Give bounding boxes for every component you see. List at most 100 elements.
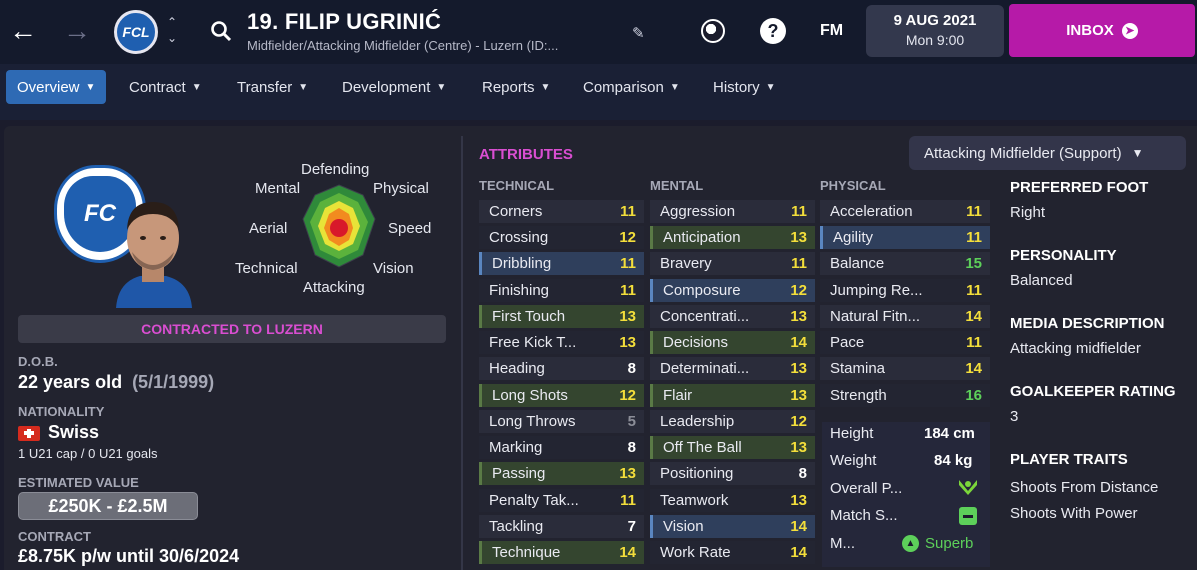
attribute-row[interactable]: Positioning 8	[650, 462, 815, 485]
attribute-name: Decisions	[663, 334, 729, 351]
chevron-up-icon[interactable]: ⌃	[164, 14, 180, 30]
attribute-name: Pace	[830, 334, 865, 351]
attribute-row[interactable]: Anticipation 13	[650, 226, 815, 249]
attributes-title: ATTRIBUTES	[479, 146, 573, 163]
attribute-name: Jumping Re...	[830, 282, 923, 299]
attribute-row[interactable]: First Touch 13	[479, 305, 644, 328]
tab-overview[interactable]: Overview ▼	[6, 70, 107, 104]
attribute-row[interactable]: Agility 11	[820, 226, 990, 249]
attribute-name: Determinati...	[660, 360, 750, 377]
player-trait[interactable]: Shoots From Distance	[1010, 479, 1158, 496]
attribute-value: 13	[790, 360, 807, 377]
attribute-row[interactable]: Off The Ball 13	[650, 436, 815, 459]
attribute-value: 13	[790, 492, 807, 509]
attribute-name: Natural Fitn...	[830, 308, 921, 325]
tab-reports[interactable]: Reports ▼	[471, 70, 561, 104]
tab-contract[interactable]: Contract ▼	[118, 70, 213, 104]
attribute-name: Long Shots	[492, 387, 568, 404]
club-logo[interactable]: FCL	[114, 10, 158, 54]
attribute-row[interactable]: Pace 11	[820, 331, 990, 354]
chevron-down-icon: ▼	[669, 81, 680, 93]
mental-heading: MENTAL	[650, 178, 704, 193]
morale-label: M...	[830, 535, 855, 552]
attribute-row[interactable]: Marking 8	[479, 436, 644, 459]
attribute-name: Concentrati...	[660, 308, 750, 325]
weight-label: Weight	[830, 452, 877, 469]
attribute-row[interactable]: Crossing 12	[479, 226, 644, 249]
attribute-row[interactable]: Leadership 12	[650, 410, 815, 433]
attribute-value: 15	[965, 255, 982, 272]
attribute-name: Positioning	[660, 465, 734, 482]
attribute-row[interactable]: Flair 13	[650, 384, 815, 407]
attribute-row[interactable]: Penalty Tak... 11	[479, 489, 644, 512]
nationality-text: Swiss	[48, 422, 100, 442]
radar-label-mental: Mental	[255, 180, 301, 197]
attribute-row[interactable]: Passing 13	[479, 462, 644, 485]
role-dropdown[interactable]: Attacking Midfielder (Support) ▼	[909, 136, 1186, 170]
attribute-name: Balance	[830, 255, 885, 272]
fm-menu-button[interactable]: FM	[820, 22, 843, 40]
attribute-row[interactable]: Finishing 11	[479, 279, 644, 302]
attribute-row[interactable]: Natural Fitn... 14	[820, 305, 990, 328]
attribute-row[interactable]: Decisions 14	[650, 331, 815, 354]
attribute-row[interactable]: Teamwork 13	[650, 489, 815, 512]
chevron-down-icon[interactable]: ⌄	[164, 30, 180, 46]
attribute-value: 12	[790, 413, 807, 430]
morale-text: Superb	[925, 535, 974, 552]
attribute-row[interactable]: Dribbling 11	[479, 252, 644, 275]
attribute-row[interactable]: Long Shots 12	[479, 384, 644, 407]
date-continue-box[interactable]: 9 AUG 2021 Mon 9:00	[866, 5, 1004, 57]
globe-icon[interactable]	[701, 19, 725, 43]
attribute-row[interactable]: Aggression 11	[650, 200, 815, 223]
chevron-down-icon: ▼	[298, 81, 309, 93]
tab-label: Comparison	[583, 78, 664, 96]
attribute-value: 13	[790, 387, 807, 404]
media-description-value: Attacking midfielder	[1010, 340, 1141, 357]
attribute-row[interactable]: Strength 16	[820, 384, 990, 407]
attribute-row[interactable]: Jumping Re... 11	[820, 279, 990, 302]
tab-history[interactable]: History ▼	[702, 70, 787, 104]
radar-label-aerial: Aerial	[249, 220, 288, 237]
preferred-foot-label: PREFERRED FOOT	[1010, 179, 1149, 196]
attribute-row[interactable]: Vision 14	[650, 515, 815, 538]
search-icon[interactable]	[210, 20, 232, 47]
attribute-row[interactable]: Balance 15	[820, 252, 990, 275]
attribute-row[interactable]: Work Rate 14	[650, 541, 815, 564]
attribute-row[interactable]: Composure 12	[650, 279, 815, 302]
edit-pencil-icon[interactable]: ✎	[632, 24, 645, 42]
attribute-row[interactable]: Corners 11	[479, 200, 644, 223]
attribute-row[interactable]: Technique 14	[479, 541, 644, 564]
club-logo-text: FCL	[122, 24, 150, 40]
tab-label: Reports	[482, 78, 535, 96]
attribute-name: Flair	[663, 387, 693, 404]
tab-label: Contract	[129, 78, 186, 96]
attribute-row[interactable]: Tackling 7	[479, 515, 644, 538]
nationality-value[interactable]: Swiss	[18, 422, 99, 443]
current-date: 9 AUG 2021	[893, 12, 977, 29]
attribute-row[interactable]: Long Throws 5	[479, 410, 644, 433]
forward-arrow-icon[interactable]: →	[62, 15, 92, 46]
attribute-row[interactable]: Bravery 11	[650, 252, 815, 275]
player-trait[interactable]: Shoots With Power	[1010, 505, 1138, 522]
tab-transfer[interactable]: Transfer ▼	[226, 70, 319, 104]
attribute-name: Teamwork	[660, 492, 729, 509]
contract-value: £8.75K p/w until 30/6/2024	[18, 546, 240, 566]
top-bar: ← → FCL ⌃ ⌄ 19. FILIP UGRINIĆ Midfielder…	[0, 0, 1197, 64]
inbox-button[interactable]: INBOX ➤	[1009, 4, 1195, 57]
attribute-row[interactable]: Stamina 14	[820, 357, 990, 380]
attribute-row[interactable]: Free Kick T... 13	[479, 331, 644, 354]
attribute-row[interactable]: Concentrati... 13	[650, 305, 815, 328]
tab-development[interactable]: Development ▼	[331, 70, 457, 104]
performance-chevron-icon	[959, 480, 977, 495]
back-arrow-icon[interactable]: ←	[8, 15, 38, 46]
chevron-down-icon: ▼	[540, 81, 551, 93]
help-icon[interactable]: ?	[760, 18, 786, 44]
attribute-value: 13	[619, 334, 636, 351]
attribute-row[interactable]: Acceleration 11	[820, 200, 990, 223]
tab-comparison[interactable]: Comparison ▼	[572, 70, 691, 104]
attribute-row[interactable]: Heading 8	[479, 357, 644, 380]
attribute-row[interactable]: Determinati... 13	[650, 357, 815, 380]
attribute-value: 12	[619, 229, 636, 246]
player-switch-control[interactable]: ⌃ ⌄	[164, 14, 180, 46]
radar-label-speed: Speed	[388, 220, 432, 237]
